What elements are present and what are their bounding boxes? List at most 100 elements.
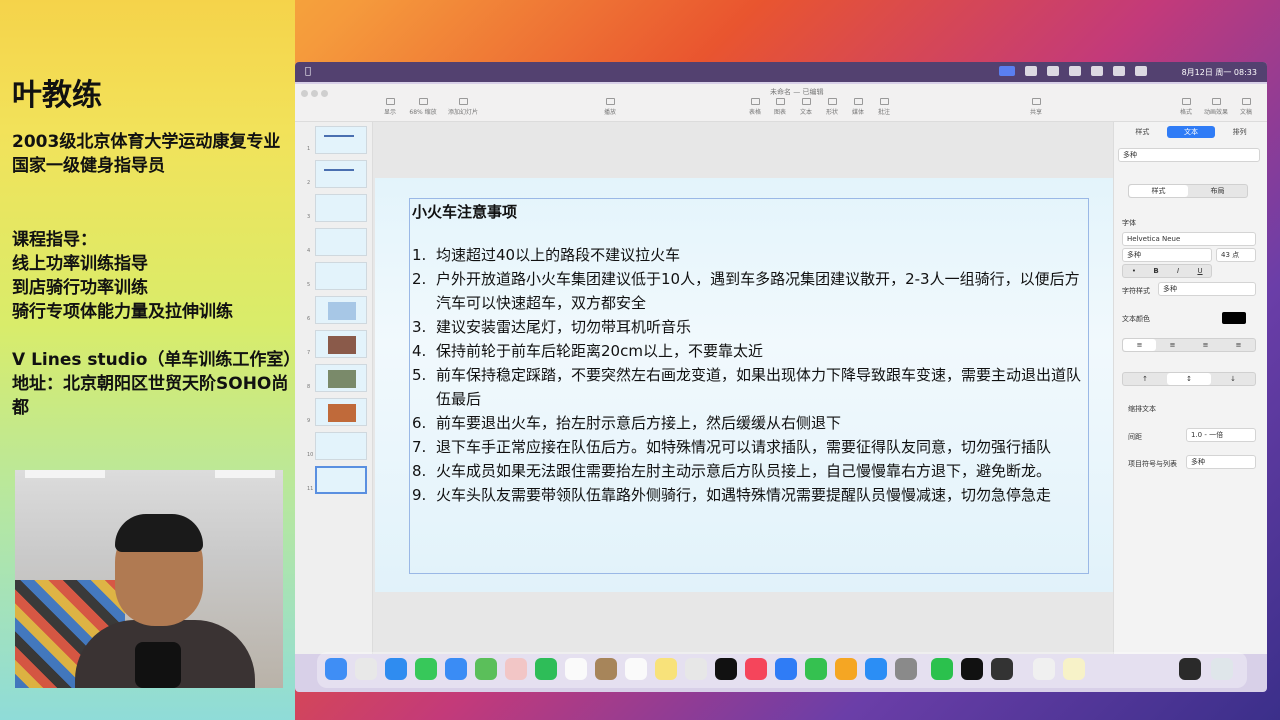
archive-file-icon[interactable] [1063,658,1085,680]
minimize-button[interactable] [311,90,318,97]
keynote-icon[interactable] [775,658,797,680]
wifi-icon[interactable] [1091,66,1103,76]
list-item[interactable]: 2. 户外开放道路小火车集团建议低于10人，遇到车多路况集团建议散开，2-3人一组… [410,267,1086,315]
shrink-text-checkbox[interactable]: 缩排文本 [1128,404,1156,414]
font-size-field[interactable]: 43 点 [1216,248,1256,262]
align-right-icon[interactable]: ≡ [1189,339,1222,351]
play-button[interactable]: 播放 [595,98,625,116]
zoom-menu[interactable]: 68% 缩放 [403,98,443,116]
align-center-icon[interactable]: ≡ [1156,339,1189,351]
align-middle-icon[interactable]: ↕ [1167,373,1211,385]
align-left-icon[interactable]: ≡ [1123,339,1156,351]
slide-thumbnail-selected[interactable]: 11 [301,466,371,496]
list-item[interactable]: 6. 前车要退出火车，抬左肘示意后方接上，然后缓缓从右侧退下 [410,411,1086,435]
list-item[interactable]: 8. 火车成员如果无法跟住需要抬左肘主动示意后方队员接上，自己慢慢靠右方退下，避免… [410,459,1086,483]
slide-thumbnail[interactable]: 4 [301,228,371,258]
system-settings-icon[interactable] [895,658,917,680]
list-item[interactable]: 3. 建议安装雷达尾灯，切勿带耳机听音乐 [410,315,1086,339]
slide-thumbnail[interactable]: 6 [301,296,371,326]
facetime-icon[interactable] [535,658,557,680]
list-item[interactable]: 5. 前车保持稳定踩踏，不要突然左右画龙变道，如果出现体力下降导致跟车变速，需要主… [410,363,1086,411]
font-name-select[interactable]: Helvetica Neue [1122,232,1256,246]
text-color-well[interactable] [1222,312,1246,324]
align-justify-icon[interactable]: ≡ [1222,339,1255,351]
contacts-icon[interactable] [595,658,617,680]
trash-icon[interactable] [1211,658,1233,680]
search-icon[interactable] [1113,66,1125,76]
reminders-icon[interactable] [625,658,647,680]
document-file-icon[interactable] [1033,658,1055,680]
italic-button[interactable]: I [1167,265,1189,277]
char-style-select[interactable]: 多种 [1158,282,1256,296]
tab-text[interactable]: 文本 [1166,126,1216,138]
document-button[interactable]: 文稿 [1231,98,1261,116]
notice-list[interactable]: 1. 均速超过40以上的路段不建议拉火车 2. 户外开放道路小火车集团建议低于10人… [410,243,1086,507]
capcut-icon[interactable] [961,658,983,680]
app-store-icon[interactable] [865,658,887,680]
pages-icon[interactable] [835,658,857,680]
zoom-window-button[interactable] [321,90,328,97]
slide-thumbnail[interactable]: 10 [301,432,371,462]
list-item[interactable]: 4. 保持前轮于前车后轮距离20cm以上，不要靠太近 [410,339,1086,363]
finder-icon[interactable] [325,658,347,680]
slide-thumbnail[interactable]: 3 [301,194,371,224]
input-method-icon[interactable] [1047,66,1059,76]
animate-button[interactable]: 动画效果 [1201,98,1231,116]
wechat-icon[interactable] [931,658,953,680]
paragraph-style-select[interactable]: 多种 [1118,148,1260,162]
battery-icon[interactable] [1069,66,1081,76]
control-center-icon[interactable] [1135,66,1147,76]
apple-icon[interactable]:  [305,66,311,77]
safari-icon[interactable] [385,658,407,680]
list-item[interactable]: 7. 退下车手正常应接在队伍后方。如特殊情况可以请求插队，需要征得队友同意，切勿强… [410,435,1086,459]
spacing-select[interactable]: 1.0 - 一倍 [1186,428,1256,442]
screenshot-folder-icon[interactable] [1179,658,1201,680]
slide-thumbnail[interactable]: 8 [301,364,371,394]
subtab-layout[interactable]: 布局 [1188,185,1247,197]
tv-icon[interactable] [715,658,737,680]
menubar-clock[interactable]: 8月12日 周一 08:33 [1182,67,1257,78]
bold-button[interactable]: B [1145,265,1167,277]
comment-button[interactable]: 批注 [869,98,899,116]
wechat-status-icon[interactable] [1025,66,1037,76]
launchpad-icon[interactable] [355,658,377,680]
list-item[interactable]: 1. 均速超过40以上的路段不建议拉火车 [410,243,1086,267]
share-button[interactable]: 共享 [1021,98,1051,116]
tab-style[interactable]: 样式 [1118,126,1167,138]
slide-thumbnail[interactable]: 5 [301,262,371,292]
more-icon[interactable]: • [1123,265,1145,277]
mail-icon[interactable] [445,658,467,680]
obs-icon[interactable] [991,658,1013,680]
messages-icon[interactable] [415,658,437,680]
slide-thumbnail[interactable]: 2 [301,160,371,190]
slide-navigator: 1 2 3 4 5 6 7 8 9 10 11 [295,122,373,654]
freeform-icon[interactable] [685,658,707,680]
align-top-icon[interactable]: ↑ [1123,373,1167,385]
align-bottom-icon[interactable]: ↓ [1211,373,1255,385]
font-style-select[interactable]: 多种 [1122,248,1212,262]
numbers-icon[interactable] [805,658,827,680]
view-button[interactable]: 显示 [375,98,405,116]
bullets-select[interactable]: 多种 [1186,455,1256,469]
add-slide-button[interactable]: 添加幻灯片 [443,98,483,116]
play-icon [605,98,615,105]
close-button[interactable] [301,90,308,97]
notes-icon[interactable] [655,658,677,680]
tab-arrange[interactable]: 排列 [1215,126,1264,138]
underline-button[interactable]: U [1189,265,1211,277]
calendar-icon[interactable] [565,658,587,680]
format-button[interactable]: 格式 [1171,98,1201,116]
maps-icon[interactable] [475,658,497,680]
slide[interactable]: 小火车注意事项 1. 均速超过40以上的路段不建议拉火车 2. 户外开放道路小火车集… [375,178,1113,592]
music-icon[interactable] [745,658,767,680]
slide-heading[interactable]: 小火车注意事项 [412,201,517,222]
inspector-tabs: 样式 文本 排列 [1118,126,1264,138]
subtab-style[interactable]: 样式 [1129,185,1188,197]
slide-thumbnail[interactable]: 7 [301,330,371,360]
slide-thumbnail[interactable]: 9 [301,398,371,428]
screen-record-icon[interactable] [999,66,1015,76]
photos-icon[interactable] [505,658,527,680]
list-item[interactable]: 9. 火车头队友需要带领队伍靠路外侧骑行，如遇特殊情况需要提醒队员慢慢减速，切勿急… [410,483,1086,507]
text-box[interactable]: 小火车注意事项 1. 均速超过40以上的路段不建议拉火车 2. 户外开放道路小火车集… [409,198,1089,574]
slide-thumbnail[interactable]: 1 [301,126,371,156]
